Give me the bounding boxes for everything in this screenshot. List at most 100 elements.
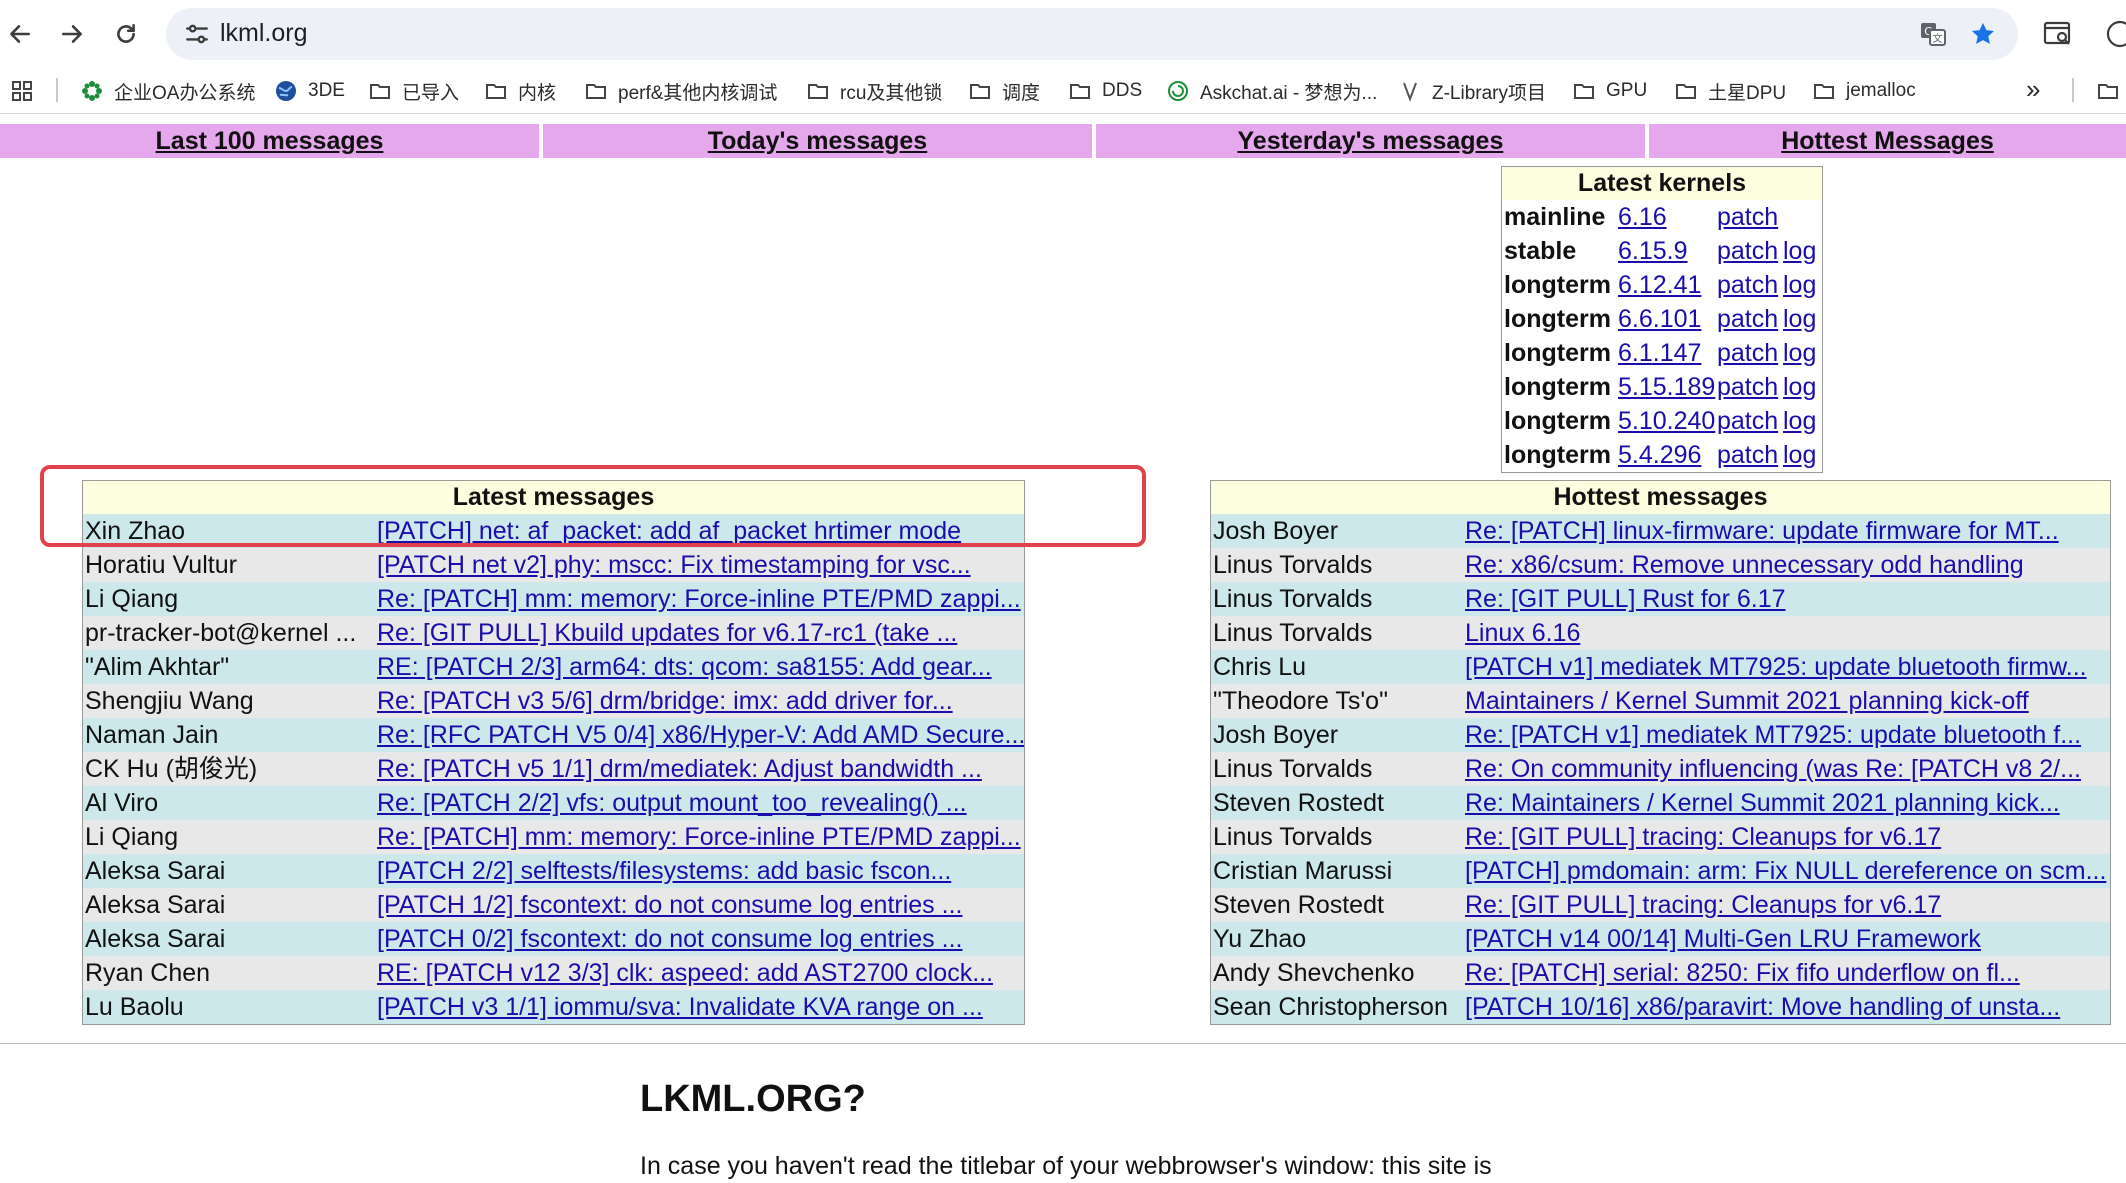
- bookmark-other-folder[interactable]: [2096, 76, 2126, 106]
- kernel-log-link[interactable]: log: [1783, 271, 1816, 299]
- kernel-patch-link[interactable]: patch: [1717, 441, 1778, 469]
- message-subject-link[interactable]: RE: [PATCH 2/3] arm64: dts: qcom: sa8155…: [377, 653, 992, 681]
- bookmark-kernel[interactable]: 内核: [484, 76, 556, 106]
- message-subject-link[interactable]: Re: [GIT PULL] Rust for 6.17: [1465, 585, 1786, 613]
- profile-button[interactable]: [2104, 18, 2126, 52]
- kernel-log-link[interactable]: log: [1783, 305, 1816, 333]
- bookmark-rcu[interactable]: rcu及其他锁: [806, 76, 942, 106]
- kernel-log-link[interactable]: log: [1783, 237, 1816, 265]
- forward-button[interactable]: [52, 14, 92, 54]
- message-subject-link[interactable]: Re: [PATCH] mm: memory: Force-inline PTE…: [377, 585, 1021, 613]
- bookmark-3de[interactable]: 3DE: [274, 76, 345, 106]
- message-subject-link[interactable]: [PATCH 2/2] selftests/filesystems: add b…: [377, 857, 951, 885]
- message-subject-link[interactable]: Re: [GIT PULL] tracing: Cleanups for v6.…: [1465, 823, 1941, 851]
- kernel-log-cell: log: [1783, 336, 1821, 370]
- bookmark-jemalloc[interactable]: jemalloc: [1812, 76, 1916, 106]
- message-subject-link[interactable]: [PATCH 1/2] fscontext: do not consume lo…: [377, 891, 962, 919]
- kernel-patch-link[interactable]: patch: [1717, 373, 1778, 401]
- bookmark-dds[interactable]: DDS: [1068, 76, 1142, 106]
- message-subject-link[interactable]: [PATCH 0/2] fscontext: do not consume lo…: [377, 925, 962, 953]
- nav-last-100-messages[interactable]: Last 100 messages: [156, 127, 384, 155]
- message-subject-link[interactable]: [PATCH] pmdomain: arm: Fix NULL derefere…: [1465, 857, 2106, 885]
- apps-grid-icon: [10, 79, 34, 103]
- kernel-patch-link[interactable]: patch: [1717, 339, 1778, 367]
- star-icon: [1971, 22, 1995, 44]
- message-subject-link[interactable]: Re: [PATCH v5 1/1] drm/mediatek: Adjust …: [377, 755, 982, 783]
- message-subject-link[interactable]: Re: [RFC PATCH V5 0/4] x86/Hyper-V: Add …: [377, 721, 1024, 749]
- message-subject-link[interactable]: Re: [PATCH 2/2] vfs: output mount_too_re…: [377, 789, 967, 817]
- message-subject-link[interactable]: [PATCH v14 00/14] Multi-Gen LRU Framewor…: [1465, 925, 1981, 953]
- nav-yesterdays-messages[interactable]: Yesterday's messages: [1238, 127, 1504, 155]
- bookmark-star-button[interactable]: [1968, 19, 1998, 49]
- bookmark-dpu[interactable]: 土星DPU: [1674, 76, 1786, 106]
- kernel-version-link[interactable]: 6.16: [1618, 203, 1667, 231]
- bookmark-gpu[interactable]: GPU: [1572, 76, 1647, 106]
- kernel-patch-link[interactable]: patch: [1717, 407, 1778, 435]
- message-subject-link[interactable]: Re: On community influencing (was Re: [P…: [1465, 755, 2081, 783]
- bookmark-askchat[interactable]: Askchat.ai - 梦想为...: [1166, 76, 1377, 106]
- kernel-patch-link[interactable]: patch: [1717, 203, 1778, 231]
- message-subject-link[interactable]: Re: x86/csum: Remove unnecessary odd han…: [1465, 551, 2024, 579]
- reload-button[interactable]: [106, 14, 146, 54]
- message-subject-link[interactable]: Linux 6.16: [1465, 619, 1580, 647]
- message-subject-link[interactable]: Re: [PATCH] mm: memory: Force-inline PTE…: [377, 823, 1021, 851]
- message-subject-link[interactable]: Maintainers / Kernel Summit 2021 plannin…: [1465, 687, 2029, 715]
- kernel-patch-cell: patch: [1717, 234, 1783, 268]
- tab-search-button[interactable]: [2042, 18, 2076, 52]
- message-subject-link[interactable]: Re: [GIT PULL] Kbuild updates for v6.17-…: [377, 619, 957, 647]
- folder-icon: [584, 79, 608, 103]
- bookmark-perf[interactable]: perf&其他内核调试: [584, 76, 777, 106]
- message-subject-link[interactable]: [PATCH v3 1/1] iommu/sva: Invalidate KVA…: [377, 993, 983, 1021]
- message-subject-link[interactable]: [PATCH v1] mediatek MT7925: update bluet…: [1465, 653, 2087, 681]
- url-input[interactable]: [220, 19, 1520, 48]
- kernel-version-link[interactable]: 6.6.101: [1618, 305, 1701, 333]
- message-author: "Theodore Ts'o": [1213, 687, 1388, 715]
- kernel-log-link[interactable]: log: [1783, 441, 1816, 469]
- kernel-version-link[interactable]: 5.10.240: [1618, 407, 1715, 435]
- bookmark-oa[interactable]: 企业OA办公系统: [80, 76, 255, 106]
- message-subject-link[interactable]: Re: [PATCH] linux-firmware: update firmw…: [1465, 517, 2059, 545]
- message-subject-link[interactable]: Re: [GIT PULL] tracing: Cleanups for v6.…: [1465, 891, 1941, 919]
- message-subject-link[interactable]: Re: Maintainers / Kernel Summit 2021 pla…: [1465, 789, 2060, 817]
- apps-shortcut[interactable]: [10, 76, 44, 106]
- folder-icon: [1674, 79, 1698, 103]
- message-author: CK Hu (胡俊光): [85, 755, 258, 783]
- message-subject-cell: Re: [PATCH] linux-firmware: update firmw…: [1465, 514, 2110, 548]
- message-subject-link[interactable]: Re: [PATCH] serial: 8250: Fix fifo under…: [1465, 959, 2020, 987]
- site-info-button[interactable]: [184, 21, 210, 47]
- message-subject-link[interactable]: Re: [PATCH v3 5/6] drm/bridge: imx: add …: [377, 687, 953, 715]
- nav-hottest-messages[interactable]: Hottest Messages: [1781, 127, 1994, 155]
- bookmark-sched[interactable]: 调度: [968, 76, 1040, 106]
- message-author: pr-tracker-bot@kernel ...: [85, 619, 357, 647]
- message-author: Linus Torvalds: [1213, 551, 1373, 579]
- kernel-version-link[interactable]: 6.12.41: [1618, 271, 1701, 299]
- message-author: Li Qiang: [85, 823, 179, 851]
- kernel-version-link[interactable]: 6.1.147: [1618, 339, 1701, 367]
- kernel-patch-link[interactable]: patch: [1717, 237, 1778, 265]
- message-row: Aleksa Sarai [PATCH 0/2] fscontext: do no…: [83, 922, 1024, 956]
- bookmarks-overflow-button[interactable]: »: [2026, 74, 2040, 104]
- kernel-version-cell: 6.6.101: [1618, 302, 1717, 336]
- kernel-log-link[interactable]: log: [1783, 407, 1816, 435]
- kernel-log-link[interactable]: log: [1783, 373, 1816, 401]
- translate-button[interactable]: G文: [1918, 19, 1948, 49]
- kernel-version-link[interactable]: 5.4.296: [1618, 441, 1701, 469]
- kernel-patch-link[interactable]: patch: [1717, 305, 1778, 333]
- kernel-version-link[interactable]: 6.15.9: [1618, 237, 1688, 265]
- bookmark-imported[interactable]: 已导入: [368, 76, 459, 106]
- bookmark-label: Askchat.ai - 梦想为...: [1200, 82, 1378, 104]
- kernel-log-link[interactable]: log: [1783, 339, 1816, 367]
- nav-todays-messages[interactable]: Today's messages: [708, 127, 927, 155]
- message-subject-link[interactable]: Re: [PATCH v1] mediatek MT7925: update b…: [1465, 721, 2081, 749]
- message-subject-link[interactable]: [PATCH 10/16] x86/paravirt: Move handlin…: [1465, 993, 2060, 1021]
- message-author: Yu Zhao: [1213, 925, 1307, 953]
- kernel-patch-link[interactable]: patch: [1717, 271, 1778, 299]
- address-bar[interactable]: G文: [166, 8, 2018, 60]
- message-subject-link[interactable]: RE: [PATCH v12 3/3] clk: aspeed: add AST…: [377, 959, 993, 987]
- bookmark-zlibrary[interactable]: Z-Library项目: [1398, 76, 1546, 106]
- message-subject-cell: Re: [PATCH 2/2] vfs: output mount_too_re…: [377, 786, 1024, 820]
- kernel-version-link[interactable]: 5.15.189: [1618, 373, 1715, 401]
- message-subject-link[interactable]: [PATCH net v2] phy: mscc: Fix timestampi…: [377, 551, 971, 579]
- back-button[interactable]: [0, 14, 40, 54]
- message-subject-cell: Re: [PATCH v3 5/6] drm/bridge: imx: add …: [377, 684, 1024, 718]
